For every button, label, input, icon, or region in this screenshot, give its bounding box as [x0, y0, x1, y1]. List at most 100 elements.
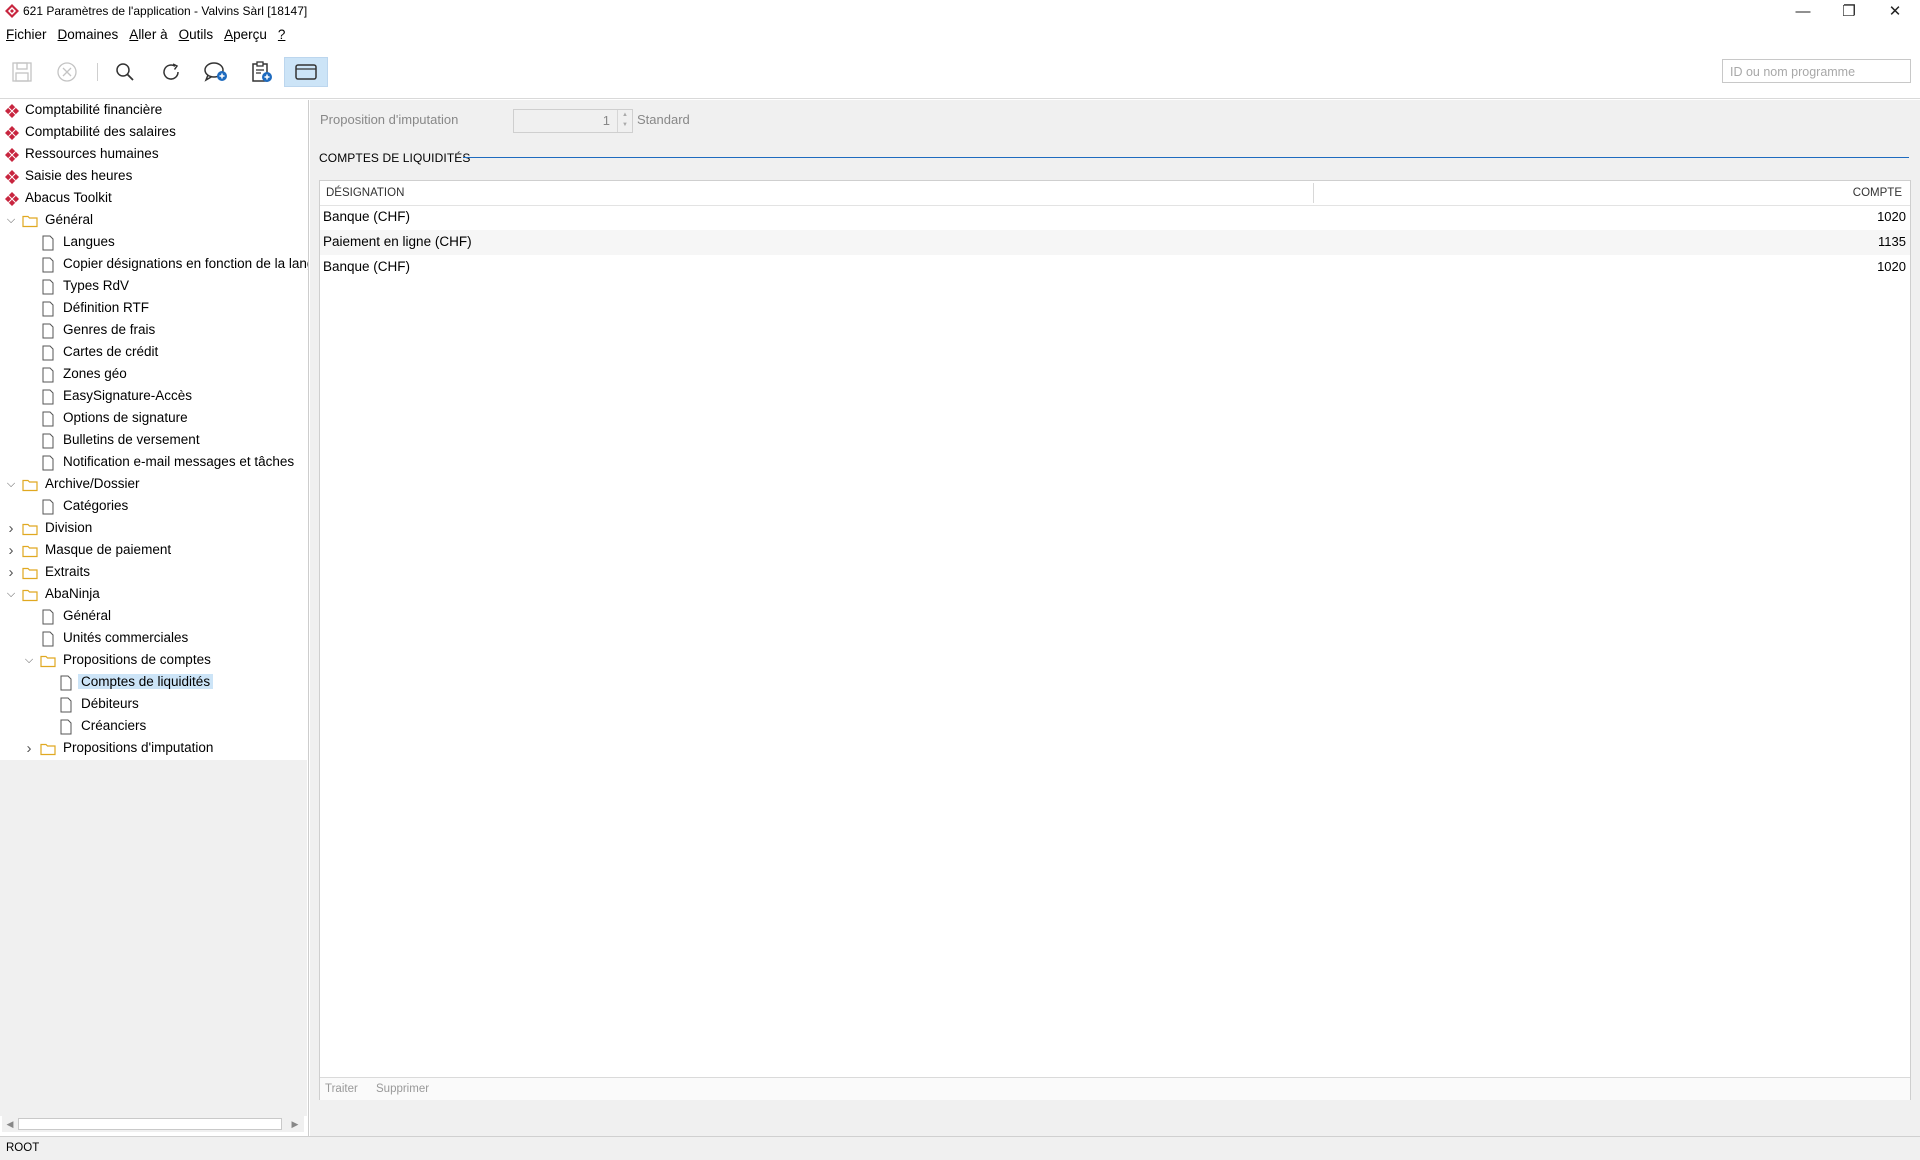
tree-item-debiteurs[interactable]: Débiteurs [0, 694, 308, 716]
traiter-button[interactable]: Traiter [325, 1083, 358, 1095]
spin-down-icon[interactable]: ▼ [618, 120, 632, 130]
tree-item-bulletins-de-versement[interactable]: Bulletins de versement [0, 430, 308, 452]
restore-button[interactable]: ❐ [1826, 0, 1872, 22]
tree-item-archive-dossier[interactable]: ⌵ Archive/Dossier [0, 474, 308, 496]
chevron-right-icon[interactable]: › [22, 740, 36, 757]
tree-item-comptes-de-liquidites[interactable]: Comptes de liquidités [0, 672, 308, 694]
table-row[interactable]: Banque (CHF) 1020 [320, 255, 1910, 280]
refresh-button[interactable] [154, 57, 188, 87]
tree-item-zones-geo[interactable]: Zones géo [0, 364, 308, 386]
document-icon [40, 411, 56, 427]
tree-item-label: Masque de paiement [45, 542, 172, 557]
table-row[interactable]: Banque (CHF) 1020 [320, 205, 1910, 230]
tree-item-label: Extraits [45, 564, 91, 579]
tree-item-langues[interactable]: Langues [0, 232, 308, 254]
document-icon [58, 719, 74, 735]
scroll-left-icon[interactable]: ◀ [3, 1117, 17, 1131]
tree-item-types-rdv[interactable]: Types RdV [0, 276, 308, 298]
tree-item-label: Genres de frais [63, 322, 156, 337]
toolbar-divider [0, 98, 1920, 99]
tree-item-label: Définition RTF [63, 300, 150, 315]
tree-item-unites-commerciales[interactable]: Unités commerciales [0, 628, 308, 650]
window-toggle-button[interactable] [284, 57, 328, 87]
chevron-down-icon[interactable]: ⌵ [4, 587, 18, 601]
folder-icon [22, 477, 38, 493]
menu-apercu[interactable]: Aperçu [218, 25, 272, 45]
module-diamond-icon [5, 104, 19, 118]
tree-item-easysignature-acces[interactable]: EasySignature-Accès [0, 386, 308, 408]
tree-item-division[interactable]: › Division [0, 518, 308, 540]
folder-icon [40, 653, 56, 669]
program-search-input[interactable] [1728, 61, 1912, 83]
module-comptabilite-salaires[interactable]: Comptabilité des salaires [0, 122, 308, 144]
proposition-number-field[interactable]: 1 ▲ ▼ [513, 109, 633, 133]
table-row[interactable]: Paiement en ligne (CHF) 1135 [320, 230, 1910, 255]
chevron-down-icon[interactable]: ⌵ [22, 653, 36, 667]
module-ressources-humaines[interactable]: Ressources humaines [0, 144, 308, 166]
chevron-down-icon[interactable]: ⌵ [4, 477, 18, 491]
add-comment-button[interactable] [199, 57, 233, 87]
save-button[interactable] [5, 57, 39, 87]
column-separator[interactable] [1313, 183, 1314, 203]
chevron-right-icon[interactable]: › [4, 520, 18, 537]
spin-up-icon[interactable]: ▲ [618, 110, 632, 120]
scroll-right-icon[interactable]: ▶ [288, 1117, 302, 1131]
tree-item-propositions-de-comptes[interactable]: ⌵ Propositions de comptes [0, 650, 308, 672]
program-search-field[interactable] [1722, 59, 1912, 83]
document-icon [40, 279, 56, 295]
clipboard-add-button[interactable] [245, 57, 279, 87]
tree-item-masque-de-paiement[interactable]: › Masque de paiement [0, 540, 308, 562]
supprimer-button[interactable]: Supprimer [376, 1083, 429, 1095]
document-icon [40, 609, 56, 625]
tree-item-options-de-signature[interactable]: Options de signature [0, 408, 308, 430]
tree-item-creanciers[interactable]: Créanciers [0, 716, 308, 738]
tree-item-label: Notification e-mail messages et tâches [63, 454, 295, 469]
cancel-button[interactable] [50, 57, 84, 87]
folder-icon [40, 741, 56, 757]
folder-icon [22, 213, 38, 229]
cell-compte: 1020 [1877, 259, 1906, 274]
menu-outils[interactable]: Outils [173, 25, 219, 45]
accounts-table: DÉSIGNATION COMPTE Banque (CHF) 1020 Pai… [319, 180, 1911, 1100]
folder-icon [22, 587, 38, 603]
menu-help[interactable]: ? [272, 25, 291, 45]
status-bar: ROOT [0, 1136, 1920, 1160]
table-footer: Traiter Supprimer [320, 1077, 1910, 1100]
minimize-button[interactable]: — [1780, 0, 1826, 22]
tree-item-definition-rtf[interactable]: Définition RTF [0, 298, 308, 320]
module-label: Saisie des heures [25, 168, 133, 183]
column-header-compte[interactable]: COMPTE [1853, 187, 1902, 199]
tree-item-general[interactable]: Général [0, 606, 308, 628]
close-button[interactable]: ✕ [1872, 0, 1918, 22]
window-title: 621 Paramètres de l'application - Valvin… [23, 4, 308, 18]
tree-item-cartes-de-credit[interactable]: Cartes de crédit [0, 342, 308, 364]
tree-item-extraits[interactable]: › Extraits [0, 562, 308, 584]
tree-item-genres-de-frais[interactable]: Genres de frais [0, 320, 308, 342]
tree-item-propositions-d-imputation[interactable]: › Propositions d'imputation [0, 738, 308, 760]
tree-item-copier-designations-en-fonction-de-la-langue[interactable]: Copier désignations en fonction de la la… [0, 254, 308, 276]
document-icon [58, 697, 74, 713]
module-saisie-heures[interactable]: Saisie des heures [0, 166, 308, 188]
tree-item-label: Propositions de comptes [63, 652, 211, 667]
tree-item-label: Propositions d'imputation [63, 740, 214, 755]
navigation-tree: Comptabilité financière Comptabilité des… [0, 100, 308, 760]
tree-item-general[interactable]: ⌵ Général [0, 210, 308, 232]
scrollbar-thumb[interactable] [18, 1118, 282, 1130]
toolbar-separator [97, 63, 98, 81]
menu-fichier[interactable]: Fichier [0, 25, 52, 45]
search-button[interactable] [108, 57, 142, 87]
sidebar-horizontal-scrollbar[interactable]: ◀ ▶ [2, 1116, 304, 1132]
folder-icon [22, 521, 38, 537]
chevron-right-icon[interactable]: › [4, 564, 18, 581]
chevron-down-icon[interactable]: ⌵ [4, 213, 18, 227]
menu-aller-a[interactable]: Aller à [123, 25, 172, 45]
chevron-right-icon[interactable]: › [4, 542, 18, 559]
column-header-designation[interactable]: DÉSIGNATION [326, 187, 404, 199]
spinner-arrows[interactable]: ▲ ▼ [617, 110, 632, 132]
tree-item-abaninja[interactable]: ⌵ AbaNinja [0, 584, 308, 606]
tree-item-categories[interactable]: Catégories [0, 496, 308, 518]
tree-item-notification-e-mail-messages-et-taches[interactable]: Notification e-mail messages et tâches [0, 452, 308, 474]
module-abacus-toolkit[interactable]: Abacus Toolkit [0, 188, 308, 210]
menu-domaines[interactable]: Domaines [52, 25, 124, 45]
module-comptabilite-financiere[interactable]: Comptabilité financière [0, 100, 308, 122]
